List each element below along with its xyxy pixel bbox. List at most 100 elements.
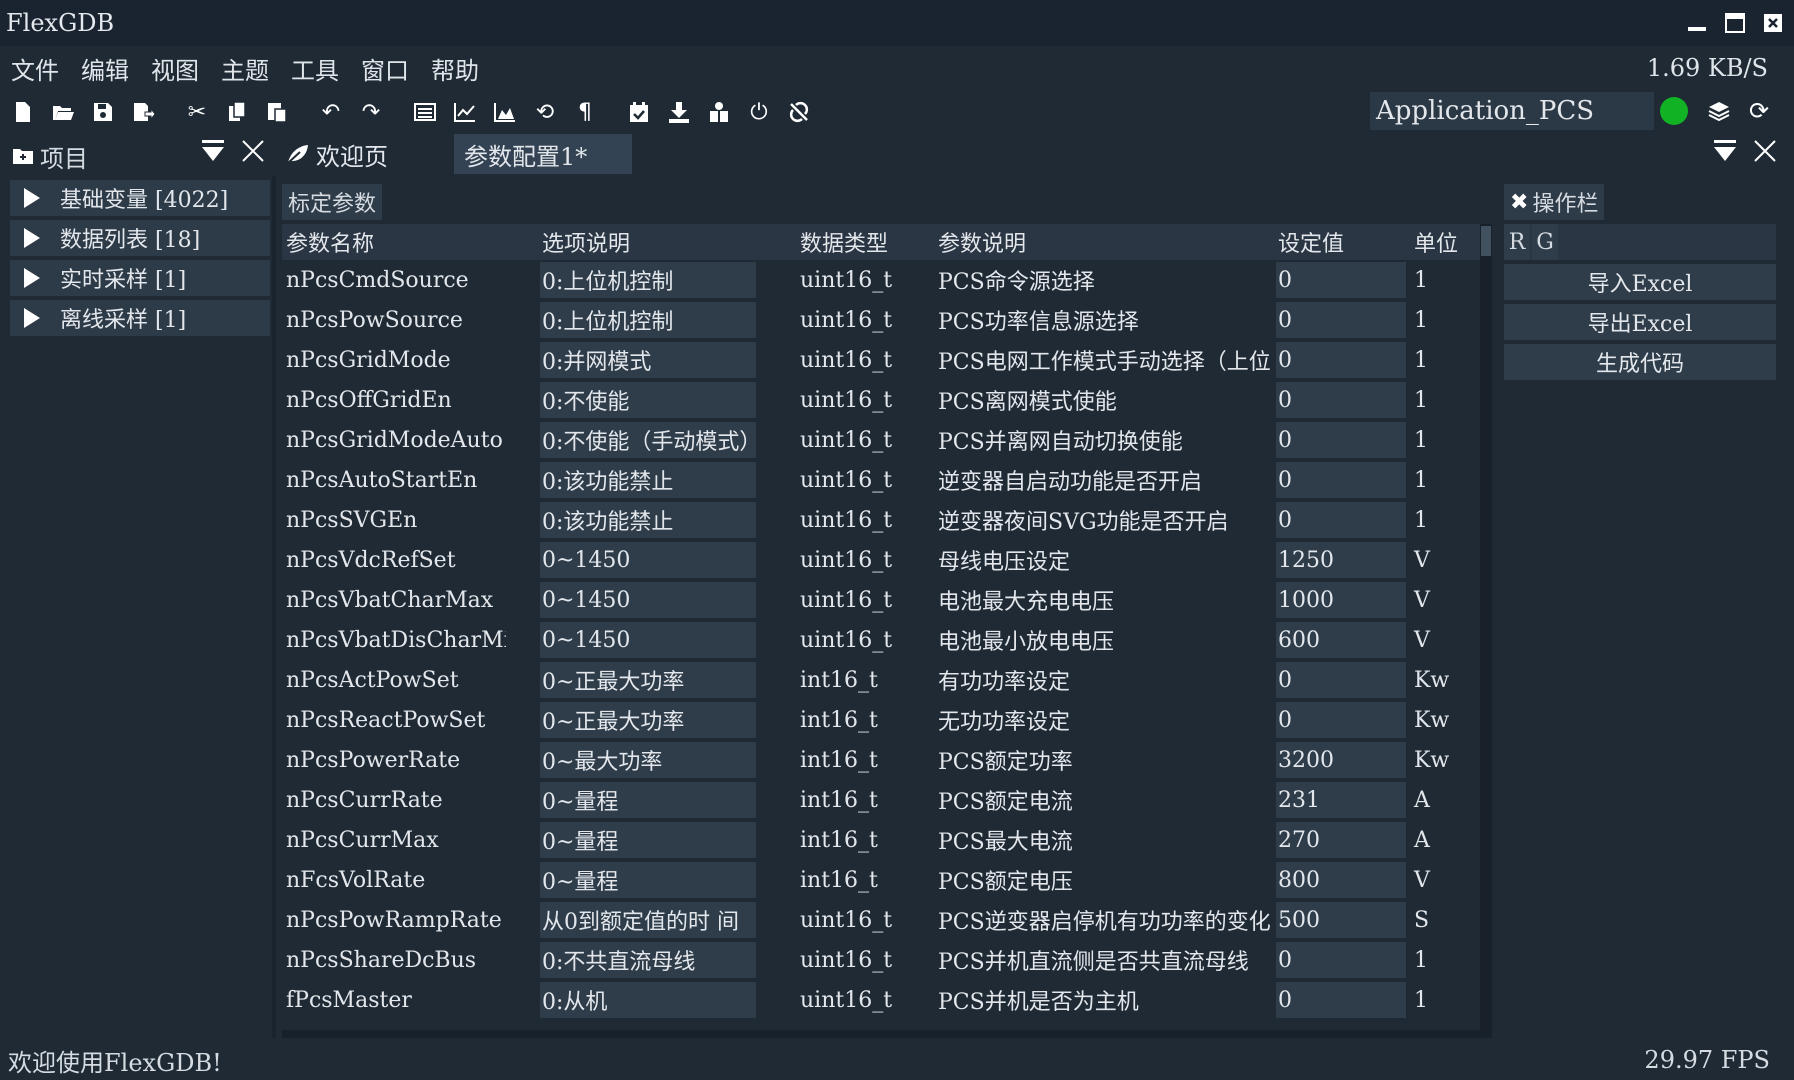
- table-row[interactable]: nPcsPowRampRate 从0到额定值的时 间 uint16_t PCS逆变器启…: [282, 900, 1482, 940]
- import-excel-button[interactable]: 导入Excel: [1504, 264, 1776, 300]
- table-row[interactable]: fPcsMaster 0:从机 uint16_t PCS并机是否为主机 0 1: [282, 980, 1482, 1020]
- tab-menu-icon[interactable]: [1712, 138, 1738, 171]
- table-row[interactable]: nFcsVolRate 0~量程 int16_t PCS额定电压 800 V: [282, 860, 1482, 900]
- cell-value[interactable]: 0: [1276, 702, 1406, 738]
- cell-options[interactable]: 0~1450: [540, 622, 756, 658]
- menu-view[interactable]: 视图: [140, 51, 210, 86]
- tab-welcome[interactable]: 欢迎页: [276, 134, 454, 174]
- cell-value[interactable]: 0: [1276, 382, 1406, 418]
- cell-value[interactable]: 270: [1276, 822, 1406, 858]
- list-icon[interactable]: [410, 97, 440, 127]
- layers-icon[interactable]: [1704, 96, 1734, 126]
- menu-window[interactable]: 窗口: [350, 51, 420, 86]
- cell-options[interactable]: 0:上位机控制: [540, 262, 756, 298]
- close-window-icon[interactable]: [1760, 10, 1786, 36]
- table-row[interactable]: nPcsOffGridEn 0:不使能 uint16_t PCS离网模式使能 0 1: [282, 380, 1482, 420]
- cell-options[interactable]: 0:该功能禁止: [540, 502, 756, 538]
- menu-theme[interactable]: 主题: [210, 51, 280, 86]
- cell-options[interactable]: 0:该功能禁止: [540, 462, 756, 498]
- r-button[interactable]: R: [1504, 224, 1530, 260]
- table-row[interactable]: nPcsGridMode 0:并网模式 uint16_t PCS电网工作模式手动选择（…: [282, 340, 1482, 380]
- vertical-scrollbar[interactable]: [1480, 224, 1492, 1030]
- cell-value[interactable]: 0: [1276, 942, 1406, 978]
- save-as-icon[interactable]: [128, 97, 158, 127]
- menu-help[interactable]: 帮助: [420, 51, 490, 86]
- cell-value[interactable]: 0: [1276, 502, 1406, 538]
- new-file-icon[interactable]: [8, 97, 38, 127]
- cell-value[interactable]: 1250: [1276, 542, 1406, 578]
- cell-value[interactable]: 0: [1276, 302, 1406, 338]
- cell-value[interactable]: 500: [1276, 902, 1406, 938]
- col-header-type[interactable]: 数据类型: [798, 224, 918, 260]
- scrollbar-thumb[interactable]: [1481, 226, 1491, 256]
- cell-options[interactable]: 0~正最大功率: [540, 702, 756, 738]
- panel-splitter[interactable]: [272, 176, 276, 1038]
- table-row[interactable]: nPcsPowerRate 0~最大功率 int16_t PCS额定功率 3200 Kw: [282, 740, 1482, 780]
- panel-menu-icon[interactable]: [200, 138, 226, 171]
- cell-value[interactable]: 0: [1276, 342, 1406, 378]
- user-group-icon[interactable]: [704, 97, 734, 127]
- calendar-check-icon[interactable]: [624, 97, 654, 127]
- paste-icon[interactable]: [262, 97, 292, 127]
- cell-options[interactable]: 0~1450: [540, 582, 756, 618]
- tree-item-realtime-sampling[interactable]: 实时采样 [1]: [10, 260, 270, 296]
- cell-options[interactable]: 0~量程: [540, 862, 756, 898]
- cell-value[interactable]: 800: [1276, 862, 1406, 898]
- tree-item-basic-vars[interactable]: 基础变量 [4022]: [10, 180, 270, 216]
- tab-close-icon[interactable]: [1752, 138, 1778, 171]
- horizontal-scrollbar[interactable]: [282, 1030, 1492, 1038]
- history-icon[interactable]: ⟲: [530, 97, 560, 127]
- table-row[interactable]: nPcsVbatCharMax 0~1450 uint16_t 电池最大充电电压 100…: [282, 580, 1482, 620]
- table-row[interactable]: nPcsShareDcBus 0:不共直流母线 uint16_t PCS并机直流侧是否…: [282, 940, 1482, 980]
- cell-options[interactable]: 0~1450: [540, 542, 756, 578]
- expand-arrow-icon[interactable]: [24, 188, 40, 208]
- g-button[interactable]: G: [1532, 224, 1558, 260]
- col-header-name[interactable]: 参数名称: [284, 224, 504, 260]
- cell-options[interactable]: 0:上位机控制: [540, 302, 756, 338]
- open-folder-icon[interactable]: [48, 97, 78, 127]
- table-row[interactable]: nPcsCurrMax 0~量程 int16_t PCS最大电流 270 A: [282, 820, 1482, 860]
- table-row[interactable]: nPcsReactPowSet 0~正最大功率 int16_t 无功功率设定 0 Kw: [282, 700, 1482, 740]
- table-row[interactable]: nPcsCurrRate 0~量程 int16_t PCS额定电流 231 A: [282, 780, 1482, 820]
- cell-value[interactable]: 600: [1276, 622, 1406, 658]
- cell-options[interactable]: 0~最大功率: [540, 742, 756, 778]
- cell-options[interactable]: 0~量程: [540, 822, 756, 858]
- export-excel-button[interactable]: 导出Excel: [1504, 304, 1776, 340]
- table-row[interactable]: nPcsGridModeAuto 0:不使能（手动模式） uint16_t PCS并离…: [282, 420, 1482, 460]
- panel-close-icon[interactable]: [240, 138, 266, 171]
- col-header-value[interactable]: 设定值: [1276, 224, 1390, 260]
- table-row[interactable]: nPcsSVGEn 0:该功能禁止 uint16_t 逆变器夜间SVG功能是否开启 0 1: [282, 500, 1482, 540]
- generate-code-button[interactable]: 生成代码: [1504, 344, 1776, 380]
- expand-arrow-icon[interactable]: [24, 268, 40, 288]
- cell-value[interactable]: 3200: [1276, 742, 1406, 778]
- cell-options[interactable]: 0:从机: [540, 982, 756, 1018]
- tab-param-config[interactable]: 参数配置1*: [454, 134, 632, 174]
- cell-options[interactable]: 0:不使能: [540, 382, 756, 418]
- cell-value[interactable]: 0: [1276, 982, 1406, 1018]
- cell-options[interactable]: 0:不使能（手动模式）: [540, 422, 756, 458]
- col-header-options[interactable]: 选项说明: [540, 224, 756, 260]
- table-row[interactable]: nPcsAutoStartEn 0:该功能禁止 uint16_t 逆变器自启动功能是否…: [282, 460, 1482, 500]
- power-icon[interactable]: ⏻: [744, 97, 774, 127]
- save-icon[interactable]: [88, 97, 118, 127]
- cell-value[interactable]: 0: [1276, 662, 1406, 698]
- copy-icon[interactable]: [222, 97, 252, 127]
- cell-options[interactable]: 0~正最大功率: [540, 662, 756, 698]
- table-row[interactable]: nPcsVbatDisCharMin 0~1450 uint16_t 电池最小放电电压…: [282, 620, 1482, 660]
- menu-edit[interactable]: 编辑: [70, 51, 140, 86]
- disconnect-icon[interactable]: [784, 97, 814, 127]
- col-header-desc[interactable]: 参数说明: [936, 224, 1226, 260]
- cell-value[interactable]: 231: [1276, 782, 1406, 818]
- cell-value[interactable]: 1000: [1276, 582, 1406, 618]
- table-row[interactable]: nPcsActPowSet 0~正最大功率 int16_t 有功功率设定 0 Kw: [282, 660, 1482, 700]
- cell-options[interactable]: 0:并网模式: [540, 342, 756, 378]
- paragraph-icon[interactable]: ¶: [570, 97, 600, 127]
- menu-file[interactable]: 文件: [0, 51, 70, 86]
- refresh-icon[interactable]: ⟳: [1744, 96, 1774, 126]
- cell-options[interactable]: 0:不共直流母线: [540, 942, 756, 978]
- redo-icon[interactable]: ↷: [356, 97, 386, 127]
- minimize-icon[interactable]: [1684, 10, 1710, 36]
- expand-arrow-icon[interactable]: [24, 308, 40, 328]
- cut-icon[interactable]: ✂: [182, 97, 212, 127]
- tree-item-offline-sampling[interactable]: 离线采样 [1]: [10, 300, 270, 336]
